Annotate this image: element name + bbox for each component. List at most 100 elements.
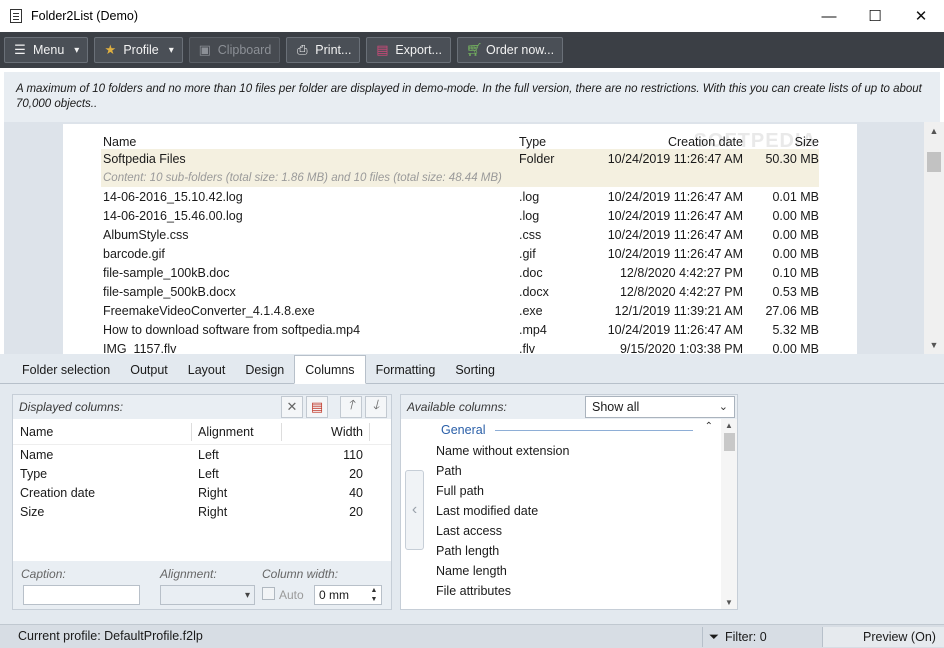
preview-row: barcode.gif .gif 10/24/2019 11:26:47 AM 0.0… (101, 244, 819, 263)
table-row[interactable]: Type Left 20 (13, 464, 391, 483)
preview-row: 14-06-2016_15.46.00.log .log 10/24/2019 11… (101, 206, 819, 225)
list-item[interactable]: Path (425, 461, 721, 481)
preview-cell-size: 0.00 MB (772, 246, 819, 261)
filter-status-button[interactable]: ⏷ Filter: 0 (702, 627, 820, 647)
list-item[interactable]: Full path (425, 481, 721, 501)
folder-name: Softpedia Files (103, 151, 186, 166)
tab-folder-selection[interactable]: Folder selection (12, 357, 120, 383)
col-header-width[interactable]: Width (331, 425, 363, 439)
print-button[interactable]: ⎙ Print... (286, 37, 361, 63)
tab-formatting[interactable]: Formatting (366, 357, 446, 383)
scroll-down-icon[interactable]: ▼ (924, 336, 944, 354)
preview-scrollbar[interactable]: ▲ ▼ (924, 122, 944, 354)
profile-button[interactable]: ★ Profile ▾ (94, 37, 183, 63)
remove-column-button[interactable]: ✕ (281, 396, 303, 418)
preview-cell-type: .doc (519, 265, 543, 280)
funnel-icon: ⏷ (709, 629, 720, 644)
group-header-label: General (441, 423, 486, 437)
column-cell-name: Creation date (20, 485, 96, 500)
preview-cell-size: 0.10 MB (772, 265, 819, 280)
column-width-stepper[interactable]: 0 mm ▲ ▼ (314, 585, 382, 605)
close-button[interactable]: ✕ (898, 0, 944, 32)
app-icon (8, 8, 24, 24)
window-controls: — ☐ ✕ (806, 0, 944, 32)
preview-cell-date: 9/15/2020 1:03:38 PM (619, 341, 743, 355)
col-header-alignment[interactable]: Alignment (198, 425, 254, 439)
preview-cell-name: barcode.gif (103, 246, 165, 261)
add-column-button[interactable]: ‹ (405, 470, 424, 550)
list-item[interactable]: Last modified date (425, 501, 721, 521)
displayed-columns-header: Displayed columns: ✕ ▤ 🡑 🡓 (13, 395, 391, 419)
table-row[interactable]: Name Left 110 (13, 445, 391, 464)
group-header-general[interactable]: General ⌃ (425, 419, 721, 441)
scroll-up-icon[interactable]: ▲ (924, 122, 944, 140)
list-item[interactable]: File attributes (425, 581, 721, 601)
chevron-down-icon: ▾ (74, 44, 80, 56)
clear-columns-button[interactable]: ▤ (306, 396, 328, 418)
table-row[interactable]: Size Right 20 (13, 502, 391, 521)
preview-cell-date: 10/24/2019 11:26:47 AM (607, 208, 743, 223)
tab-sorting[interactable]: Sorting (445, 357, 505, 383)
chevron-down-icon: ▾ (168, 44, 174, 56)
preview-cell-type: .log (519, 189, 540, 204)
preview-cell-type: .mp4 (519, 322, 547, 337)
order-now-button[interactable]: 🛒︎ Order now... (456, 37, 564, 63)
preview-folder-row: Softpedia Files Folder 10/24/2019 11:26:… (101, 149, 819, 168)
caption-label: Caption: (21, 567, 66, 581)
available-columns-scrollbar[interactable]: ▲ ▼ (721, 419, 737, 609)
list-item[interactable]: Last access (425, 521, 721, 541)
preview-toggle-button[interactable]: Preview (On) (822, 627, 944, 647)
export-button[interactable]: ▤ Export... (366, 37, 451, 63)
available-columns-list: General ⌃ Name without extension Path Full… (425, 419, 721, 609)
maximize-button[interactable]: ☐ (852, 0, 898, 32)
caption-input[interactable] (23, 585, 140, 605)
spin-arrows-icon[interactable]: ▲ ▼ (369, 586, 379, 604)
col-header-name[interactable]: Name (20, 425, 53, 439)
tab-layout[interactable]: Layout (178, 357, 236, 383)
order-now-button-label: Order now... (485, 43, 555, 57)
chevron-down-icon: ⌄ (718, 401, 728, 413)
export-icon: ▤ (376, 42, 389, 57)
preview-cell-date: 10/24/2019 11:26:47 AM (607, 246, 743, 261)
list-item[interactable]: Path length (425, 541, 721, 561)
preview-cell-name: 14-06-2016_15.46.00.log (103, 208, 243, 223)
filter-status-label: Filter: 0 (725, 630, 767, 644)
menu-button-label: Menu (33, 43, 65, 57)
scroll-thumb[interactable] (724, 433, 735, 451)
preview-page: SOFTPEDIA Name Type Creation date Size S… (63, 124, 857, 354)
scroll-up-icon[interactable]: ▲ (721, 421, 737, 430)
preview-cell-type: .flv (519, 341, 535, 355)
available-columns-header: Available columns: Show all ⌄ (401, 395, 737, 419)
printer-icon: ⎙ (297, 42, 308, 57)
chevron-down-icon: ▾ (244, 589, 250, 601)
preview-cell-size: 27.06 MB (765, 303, 819, 318)
list-item[interactable]: Name length (425, 561, 721, 581)
auto-width-checkbox[interactable] (262, 587, 275, 600)
column-cell-width: 20 (349, 466, 363, 481)
show-filter-select[interactable]: Show all ⌄ (585, 396, 735, 418)
move-up-button[interactable]: 🡑 (340, 396, 362, 418)
scroll-down-icon[interactable]: ▼ (721, 598, 737, 607)
tab-output[interactable]: Output (120, 357, 178, 383)
minimize-button[interactable]: — (806, 0, 852, 32)
tab-design[interactable]: Design (235, 357, 294, 383)
list-item[interactable]: Name without extension (425, 441, 721, 461)
star-icon: ★ (104, 42, 117, 57)
menu-button[interactable]: ☰ Menu ▾ (4, 37, 89, 63)
preview-row: AlbumStyle.css .css 10/24/2019 11:26:47 AM… (101, 225, 819, 244)
column-cell-width: 20 (349, 504, 363, 519)
collapse-icon[interactable]: ⌃ (705, 421, 713, 432)
window-title: Folder2List (Demo) (31, 9, 138, 23)
move-down-button[interactable]: 🡓 (365, 396, 387, 418)
chevron-left-icon: ‹ (411, 501, 418, 518)
scroll-thumb[interactable] (927, 152, 941, 172)
column-width-value: 0 mm (319, 588, 349, 602)
clipboard-button[interactable]: ▣ Clipboard (188, 37, 281, 63)
tab-columns[interactable]: Columns (294, 355, 366, 384)
alignment-select[interactable]: ▾ (160, 585, 255, 605)
preview-cell-size: 0.00 MB (772, 341, 819, 355)
displayed-columns-title: Displayed columns: (19, 400, 124, 414)
table-row[interactable]: Creation date Right 40 (13, 483, 391, 502)
column-cell-name: Size (20, 504, 45, 519)
clipboard-button-label: Clipboard (217, 43, 272, 57)
